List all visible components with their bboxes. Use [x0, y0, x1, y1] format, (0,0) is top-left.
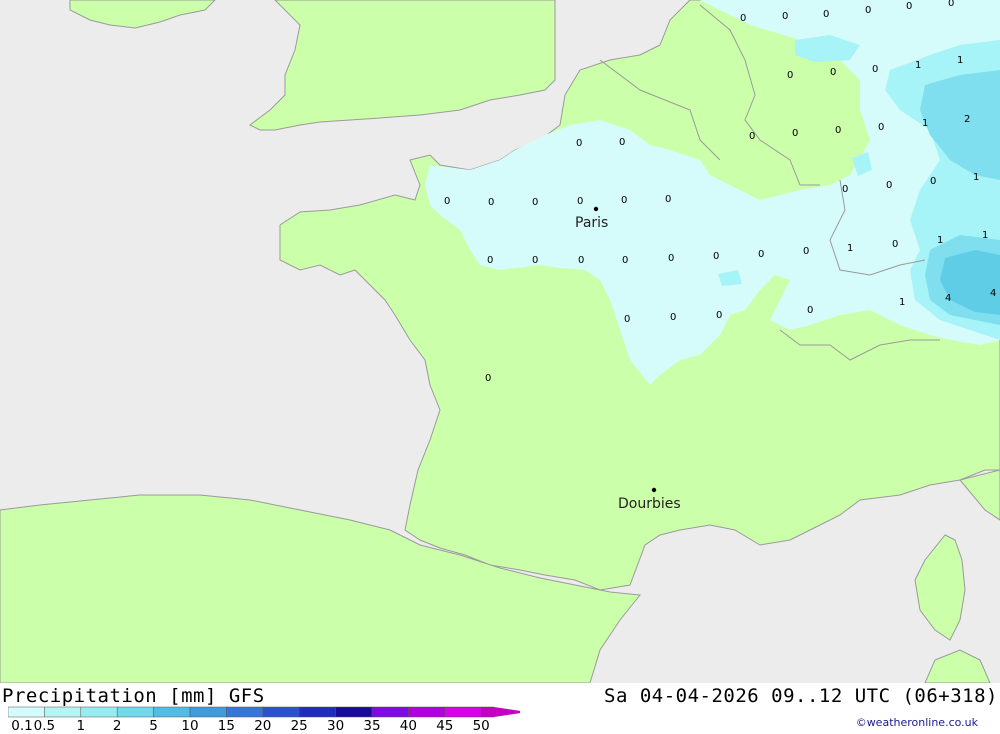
legend-swatch [226, 706, 264, 718]
legend-swatch [153, 706, 191, 718]
precipitation-map: 0 0 0 0 0 0 0 0 0 1 1 0 0 0 0 1 2 0 0 0 … [0, 0, 1000, 683]
precip-value: 1 [957, 55, 963, 66]
legend-swatch [444, 706, 482, 718]
legend-swatch [44, 706, 82, 718]
precip-value: 0 [578, 255, 584, 266]
precip-legend-bar [8, 706, 520, 718]
precip-value: 1 [915, 60, 921, 71]
credit-link[interactable]: ©weatheronline.co.uk [856, 716, 978, 729]
legend-label: 1 [76, 718, 86, 734]
precip-value: 1 [899, 297, 905, 308]
precip-value: 0 [930, 176, 936, 187]
precip-value: 0 [622, 255, 628, 266]
precip-value: 0 [865, 5, 871, 16]
forecast-datetime: Sa 04-04-2026 09..12 UTC (06+318) [604, 685, 998, 707]
legend-swatch [480, 706, 495, 718]
precip-value: 0 [576, 138, 582, 149]
precip-value: 1 [982, 230, 988, 241]
precip-value: 0 [624, 314, 630, 325]
precip-value: 0 [532, 255, 538, 266]
precip-value: 4 [945, 293, 951, 304]
legend-label: 50 [472, 718, 490, 734]
precip-value: 0 [577, 196, 583, 207]
precip-value: 0 [487, 255, 493, 266]
legend-swatch [189, 706, 227, 718]
precip-value: 0 [619, 137, 625, 148]
legend-label: 0.1 [11, 718, 33, 734]
legend-swatch [371, 706, 409, 718]
precip-value: 0 [830, 67, 836, 78]
city-label: Dourbies [618, 496, 681, 512]
legend-swatch [116, 706, 154, 718]
legend-swatch [408, 706, 446, 718]
precip-value: 0 [716, 310, 722, 321]
precip-value: 0 [842, 184, 848, 195]
legend-label: 45 [436, 718, 454, 734]
precip-value: 0 [892, 239, 898, 250]
legend-swatch [262, 706, 300, 718]
precip-value: 0 [823, 9, 829, 20]
precip-value: 0 [665, 194, 671, 205]
legend-label: 5 [149, 718, 158, 734]
precip-value: 0 [807, 305, 813, 316]
precip-value: 0 [782, 11, 788, 22]
legend-swatch [335, 706, 373, 718]
city-label: Paris [575, 215, 608, 231]
legend-label: 35 [363, 718, 381, 734]
precip-value: 0 [740, 13, 746, 24]
legend-label: 2 [112, 718, 122, 734]
precip-value: 0 [532, 197, 538, 208]
precip-value: 1 [937, 235, 943, 246]
precip-value: 0 [749, 131, 755, 142]
precip-value: 1 [922, 118, 928, 129]
legend-label: 30 [327, 718, 345, 734]
precip-value: 0 [485, 373, 491, 384]
precip-value: 2 [964, 114, 970, 125]
precip-value: 1 [973, 172, 979, 183]
precip-value: 0 [803, 246, 809, 257]
precip-value: 0 [758, 249, 764, 260]
city-marker [593, 206, 599, 212]
precip-value: 0 [906, 1, 912, 12]
legend-label: 15 [217, 718, 235, 734]
precip-value: 0 [787, 70, 793, 81]
precip-value: 0 [948, 0, 954, 9]
precip-value: 0 [488, 197, 494, 208]
legend-label: 10 [181, 718, 199, 734]
legend-swatch [8, 706, 45, 718]
precip-value: 1 [847, 243, 853, 254]
map-title: Precipitation [mm] GFS [2, 685, 265, 707]
precip-value: 4 [990, 288, 996, 299]
precip-value: 0 [835, 125, 841, 136]
legend-label: 20 [254, 718, 272, 734]
legend-label: 25 [290, 718, 308, 734]
legend-label: 0.5 [33, 718, 56, 734]
precip-value: 0 [668, 253, 674, 264]
legend-arrow [493, 707, 520, 717]
precip-value: 0 [872, 64, 878, 75]
precip-value: 0 [670, 312, 676, 323]
precip-value: 0 [621, 195, 627, 206]
legend-label: 40 [399, 718, 417, 734]
city-marker [651, 487, 657, 493]
precip-value: 0 [444, 196, 450, 207]
legend-swatch [80, 706, 118, 718]
precip-value: 0 [792, 128, 798, 139]
precip-value: 0 [713, 251, 719, 262]
precip-value: 0 [886, 180, 892, 191]
precip-value: 0 [878, 122, 884, 133]
map-footer: Precipitation [mm] GFS Sa 04-04-2026 09.… [0, 683, 1000, 734]
legend-swatch [298, 706, 336, 718]
